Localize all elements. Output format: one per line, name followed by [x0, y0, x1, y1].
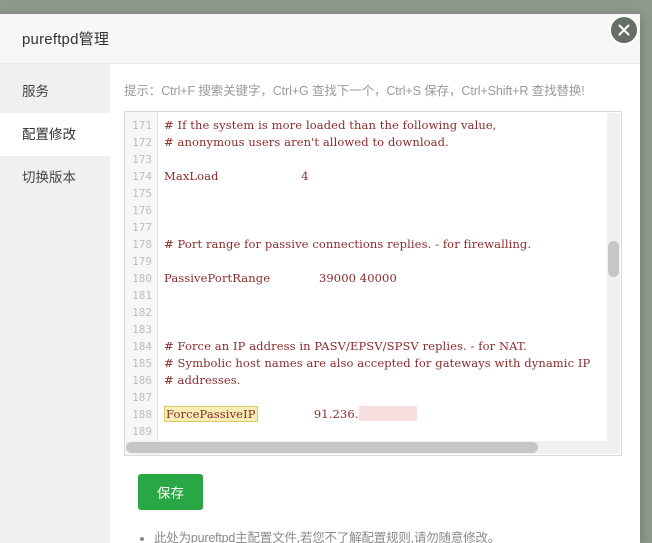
line-number: 177 [132, 221, 152, 234]
line-number: 183 [132, 323, 152, 336]
footer: 保存 此处为pureftpd主配置文件,若您不了解配置规则,请勿随意修改。 [124, 456, 622, 543]
line-number: 185 [132, 357, 152, 370]
code-line: # Port range for passive connections rep… [164, 237, 532, 251]
editor-horizontal-scrollbar-thumb[interactable] [126, 442, 538, 453]
line-number: 188 [132, 408, 152, 421]
scrollbar-corner [607, 441, 620, 454]
note-item: 此处为pureftpd主配置文件,若您不了解配置规则,请勿随意修改。 [154, 529, 622, 543]
editor-vertical-scrollbar[interactable] [607, 113, 620, 441]
code-line: PassivePortRange 39000 40000 [164, 271, 397, 285]
line-number: 172 [132, 136, 152, 149]
sidebar-item-service[interactable]: 服务 [0, 70, 110, 113]
line-number: 178 [132, 238, 152, 251]
line-number: 174 [132, 170, 152, 183]
line-number: 189 [132, 425, 152, 438]
code-line: # addresses. [164, 373, 241, 387]
code-line: # Symbolic host names are also accepted … [164, 356, 591, 370]
pureftpd-management-dialog: pureftpd管理 服务 配置修改 切换版本 提示：Ctrl+F 搜索关键字，… [0, 14, 640, 543]
redacted-ip-block [358, 406, 417, 421]
code-line: # anonymous users aren't allowed to down… [164, 135, 449, 149]
sidebar-item-label: 切换版本 [22, 170, 76, 185]
sidebar-item-label: 服务 [22, 84, 49, 99]
config-code-editor[interactable]: 171 172 173 174 175 176 177 178 179 180 … [124, 111, 622, 456]
editor-horizontal-scrollbar[interactable] [126, 441, 607, 454]
dialog-titlebar: pureftpd管理 [0, 14, 640, 64]
sidebar-item-switch-version[interactable]: 切换版本 [0, 156, 110, 199]
code-line: MaxLoad 4 [164, 169, 309, 183]
close-icon[interactable] [609, 15, 639, 45]
editor-vertical-scrollbar-thumb[interactable] [608, 241, 619, 277]
line-number: 173 [132, 153, 152, 166]
code-line: # Force an IP address in PASV/EPSV/SPSV … [164, 339, 527, 353]
sidebar: 服务 配置修改 切换版本 [0, 64, 110, 543]
content-pane: 提示：Ctrl+F 搜索关键字，Ctrl+G 查找下一个，Ctrl+S 保存，C… [110, 64, 640, 543]
line-number: 175 [132, 187, 152, 200]
line-number: 179 [132, 255, 152, 268]
code-line-value: 91.236. [257, 407, 359, 421]
code-line-force-passive-ip: ForcePassiveIP 91.236. [164, 406, 621, 423]
line-number: 181 [132, 289, 152, 302]
line-number: 171 [132, 119, 152, 132]
save-button[interactable]: 保存 [138, 474, 203, 510]
line-number: 182 [132, 306, 152, 319]
line-number: 186 [132, 374, 152, 387]
sidebar-item-config-edit[interactable]: 配置修改 [0, 113, 110, 156]
line-number-gutter: 171 172 173 174 175 176 177 178 179 180 … [125, 112, 158, 455]
dialog-body: 服务 配置修改 切换版本 提示：Ctrl+F 搜索关键字，Ctrl+G 查找下一… [0, 64, 640, 543]
line-number: 180 [132, 272, 152, 285]
line-number: 187 [132, 391, 152, 404]
keyboard-shortcut-hint: 提示：Ctrl+F 搜索关键字，Ctrl+G 查找下一个，Ctrl+S 保存，C… [124, 84, 585, 98]
line-number: 184 [132, 340, 152, 353]
line-number: 176 [132, 204, 152, 217]
sidebar-item-label: 配置修改 [22, 127, 76, 142]
code-line: # If the system is more loaded than the … [164, 118, 497, 132]
notes-list: 此处为pureftpd主配置文件,若您不了解配置规则,请勿随意修改。 [138, 529, 622, 543]
code-text-area[interactable]: # If the system is more loaded than the … [159, 112, 621, 455]
page-title: pureftpd管理 [22, 31, 110, 48]
search-match-highlight: ForcePassiveIP [164, 406, 258, 422]
